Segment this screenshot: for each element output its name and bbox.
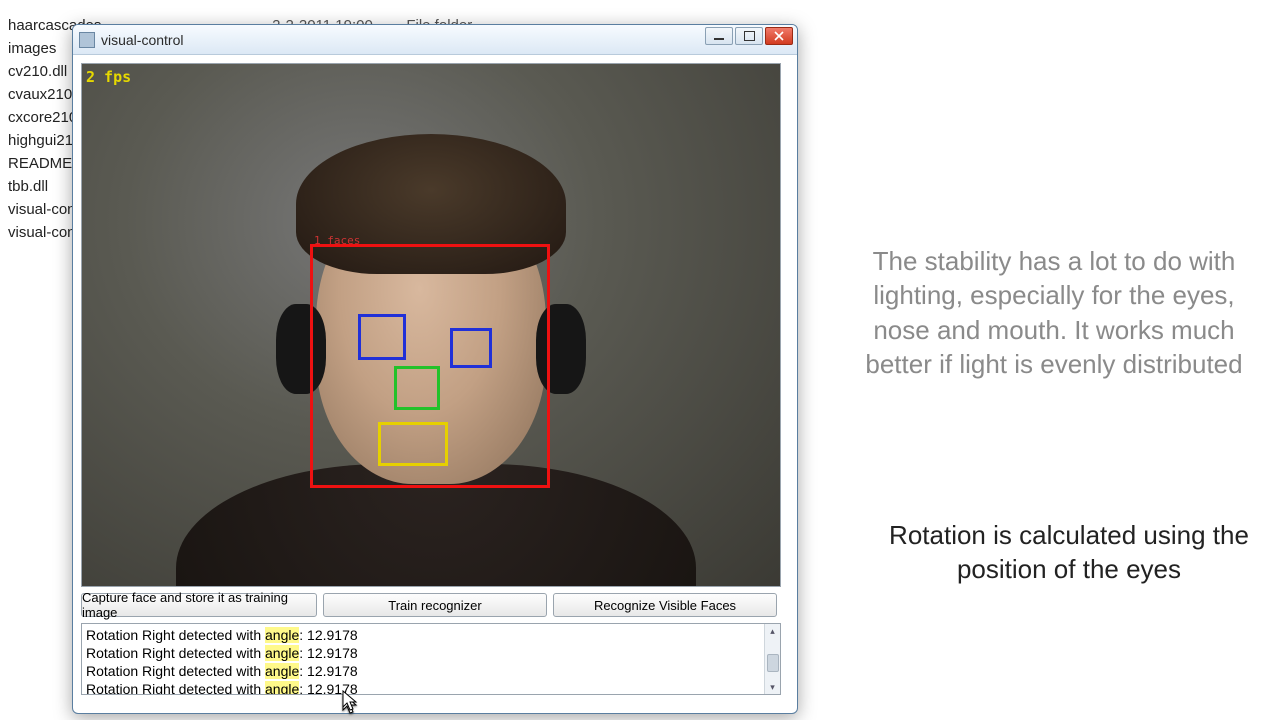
fps-overlay: 2 fps: [86, 68, 131, 86]
close-button[interactable]: [765, 27, 793, 45]
annotation-lighting: The stability has a lot to do with light…: [858, 244, 1250, 381]
mouth-box: [378, 422, 448, 466]
nose-box: [394, 366, 440, 410]
video-preview: 2 fps 1 faces: [81, 63, 781, 587]
annotation-rotation: Rotation is calculated using the positio…: [884, 518, 1254, 587]
app-icon: [79, 32, 95, 48]
mouse-cursor: [342, 690, 360, 717]
log-line: Rotation Right detected with angle: 12.9…: [86, 626, 776, 644]
recognize-button[interactable]: Recognize Visible Faces: [553, 593, 777, 617]
eye-left-box: [358, 314, 406, 360]
app-window: visual-control 2 fps 1 faces: [72, 24, 798, 714]
log-line: Rotation Right detected with angle: 12.9…: [86, 644, 776, 662]
titlebar[interactable]: visual-control: [73, 25, 797, 55]
log-line: Rotation Right detected with angle: 12.9…: [86, 680, 776, 695]
log-output[interactable]: Rotation Right detected with angle: 12.9…: [81, 623, 781, 695]
eye-right-box: [450, 328, 492, 368]
scrollbar[interactable]: ▴ ▾: [764, 624, 780, 694]
log-line: Rotation Right detected with angle: 12.9…: [86, 662, 776, 680]
scroll-up-icon[interactable]: ▴: [766, 624, 780, 638]
scroll-down-icon[interactable]: ▾: [766, 680, 780, 694]
maximize-button[interactable]: [735, 27, 763, 45]
window-title: visual-control: [101, 32, 183, 48]
scroll-thumb[interactable]: [767, 654, 779, 672]
train-button[interactable]: Train recognizer: [323, 593, 547, 617]
capture-button[interactable]: Capture face and store it as training im…: [81, 593, 317, 617]
minimize-button[interactable]: [705, 27, 733, 45]
